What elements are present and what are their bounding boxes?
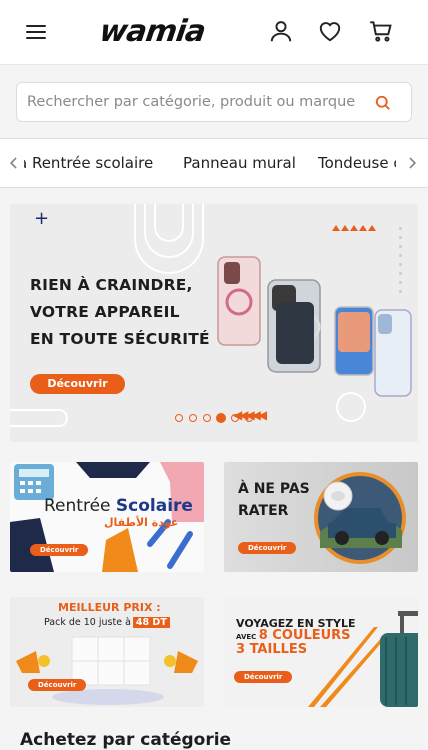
suitcase-image: [308, 611, 418, 707]
carousel-dot[interactable]: [203, 414, 211, 422]
car-image: [314, 472, 406, 564]
promo-discover-button[interactable]: Découvrir: [238, 542, 297, 554]
user-icon[interactable]: [268, 18, 294, 44]
cart-icon[interactable]: [368, 18, 394, 44]
carousel-dot[interactable]: [231, 414, 239, 422]
heart-icon[interactable]: [317, 18, 343, 44]
category-item-tondeuse[interactable]: Tondeuse c: [318, 154, 396, 172]
promo-banner-a-ne-pas-rater[interactable]: À NE PAS RATER Découvrir: [224, 462, 418, 572]
wamia-logo[interactable]: wamia: [98, 14, 208, 49]
arch-decoration: [154, 204, 184, 242]
promo-discover-button[interactable]: Découvrir: [30, 544, 89, 556]
phone-cases-image: [217, 256, 412, 397]
hero-banner[interactable]: + RIEN À CRAINDRE, VOTRE APPAREIL EN TOU…: [10, 204, 418, 442]
section-title-shop-by-category: Achetez par catégorie: [20, 730, 232, 750]
carousel-dot[interactable]: [175, 414, 183, 422]
carousel-dot[interactable]: [189, 414, 197, 422]
search-input[interactable]: [27, 83, 357, 121]
promo-title: À NE PAS RATER: [238, 481, 310, 519]
promo-discover-button[interactable]: Découvrir: [28, 679, 87, 691]
promo-banner-meilleur-prix[interactable]: MEILLEUR PRIX : Pack de 10 juste à 48 DT …: [10, 597, 204, 707]
promo-title: MEILLEUR PRIX :: [58, 601, 161, 614]
category-carousel: a Rentrée scolaire Panneau mural Tondeus…: [0, 138, 428, 188]
search-box[interactable]: [16, 82, 412, 122]
pill-decoration: [10, 409, 68, 427]
hero-headline-line2: VOTRE APPAREIL: [30, 303, 180, 321]
wall-panels-image: [16, 636, 198, 705]
plus-decoration-icon: +: [34, 208, 50, 229]
hero-headline-line3: EN TOUTE SÉCURITÉ: [30, 330, 210, 348]
circle-decoration: [336, 392, 366, 422]
chevron-left-icon[interactable]: [4, 153, 24, 173]
top-header: wamia: [0, 0, 428, 64]
search-bar-area: [0, 64, 428, 138]
hero-headline-line1: RIEN À CRAINDRE,: [30, 276, 193, 294]
search-icon[interactable]: [373, 93, 393, 113]
hero-discover-button[interactable]: Découvrir: [30, 374, 125, 394]
promo-discover-button[interactable]: Découvrir: [234, 671, 293, 683]
promo-banner-rentree-scolaire[interactable]: Rentrée Scolaire عودة الأطفال Découvrir: [10, 462, 204, 572]
category-item-panneau-mural[interactable]: Panneau mural: [183, 154, 296, 172]
chevron-right-icon[interactable]: [402, 153, 422, 173]
hamburger-menu-icon[interactable]: [26, 21, 54, 43]
carousel-dot[interactable]: [245, 414, 253, 422]
carousel-dot-active[interactable]: [216, 413, 226, 423]
promo-banner-voyagez-en-style[interactable]: VOYAGEZ EN STYLE AVEC 8 COULEURS 3 TAILL…: [224, 597, 418, 707]
triangle-decoration: [332, 225, 376, 231]
promo-subtitle-arabic: عودة الأطفال: [104, 516, 179, 529]
promo-title: Rentrée Scolaire: [44, 496, 193, 516]
category-item-rentree-scolaire[interactable]: a Rentrée scolaire: [18, 154, 153, 172]
